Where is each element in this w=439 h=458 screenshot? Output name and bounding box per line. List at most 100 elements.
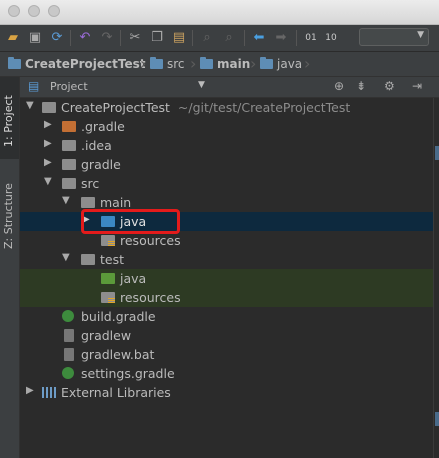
tree-item-src[interactable]: ▼ src	[20, 174, 433, 193]
run-config-select[interactable]: ▼	[359, 28, 429, 46]
expand-arrow-icon[interactable]: ▶	[44, 157, 52, 168]
tab-project[interactable]: 1: Project	[0, 77, 19, 159]
test-folder-icon	[101, 273, 115, 284]
target-icon[interactable]: ⊕	[334, 79, 344, 93]
resources-folder-icon	[101, 235, 115, 246]
annotation-highlight-box	[81, 209, 180, 234]
tree-item-gradle-dir[interactable]: ▶ .gradle	[20, 117, 433, 136]
tree-item-gradlew[interactable]: gradlew	[20, 326, 433, 345]
breadcrumb-item-src[interactable]: src	[150, 52, 185, 76]
tree-item-label: build.gradle	[81, 309, 156, 324]
chevron-right-icon: ›	[190, 54, 197, 73]
settings-icon[interactable]: ⚙	[384, 79, 395, 93]
tree-item-label: test	[100, 252, 125, 267]
binary-icon[interactable]: 10	[322, 29, 340, 47]
copy-icon[interactable]: ❐	[148, 29, 166, 47]
editor-edge-marker	[435, 146, 439, 160]
expand-arrow-icon[interactable]: ▼	[44, 176, 52, 187]
tree-item-label: resources	[120, 233, 181, 248]
undo-icon[interactable]: ↶	[76, 29, 94, 47]
toolbar-divider	[296, 30, 297, 46]
tree-item-label: settings.gradle	[81, 366, 175, 381]
expand-arrow-icon[interactable]: ▼	[62, 252, 70, 263]
expand-arrow-icon[interactable]: ▶	[26, 385, 34, 396]
expand-arrow-icon[interactable]: ▶	[44, 119, 52, 130]
folder-icon	[81, 254, 95, 265]
paste-icon[interactable]: ▤	[170, 29, 188, 47]
tree-item-test[interactable]: ▼ test	[20, 250, 433, 269]
save-icon[interactable]: ▣	[26, 29, 44, 47]
folder-icon	[260, 57, 273, 69]
tree-item-label: .idea	[81, 138, 112, 153]
tree-item-label: gradle	[81, 157, 121, 172]
replace-icon[interactable]: ⌕	[220, 29, 238, 47]
tree-item-test-java[interactable]: java	[20, 269, 433, 288]
test-resources-folder-icon	[101, 292, 115, 303]
tab-structure[interactable]: Z: Structure	[0, 167, 19, 257]
folder-icon	[42, 102, 56, 113]
tree-item-label: java	[120, 271, 147, 286]
project-panel-header: ▤ Project ▼ ⊕ ⇟ ⚙ ⇥	[20, 77, 439, 98]
chevron-down-icon[interactable]: ▼	[198, 80, 205, 90]
gradle-file-icon	[62, 310, 74, 322]
hide-icon[interactable]: ⇥	[412, 79, 422, 93]
expand-arrow-icon[interactable]: ▼	[26, 100, 34, 111]
minimize-window-button[interactable]	[28, 5, 40, 17]
build-icon[interactable]: 01	[302, 29, 320, 47]
tree-item-idea[interactable]: ▶ .idea	[20, 136, 433, 155]
expand-arrow-icon[interactable]: ▶	[44, 138, 52, 149]
tree-item-label: gradlew.bat	[81, 347, 155, 362]
folder-icon	[8, 57, 21, 69]
project-tree: ▼ CreateProjectTest ~/git/test/CreateProj…	[20, 98, 433, 438]
tree-item-gradle[interactable]: ▶ gradle	[20, 155, 433, 174]
tree-item-label: gradlew	[81, 328, 132, 343]
collapse-icon[interactable]: ⇟	[356, 79, 366, 93]
find-icon[interactable]: ⌕	[198, 29, 216, 47]
tree-item-build-gradle[interactable]: build.gradle	[20, 307, 433, 326]
tree-item-gradlew-bat[interactable]: gradlew.bat	[20, 345, 433, 364]
cut-icon[interactable]: ✂	[126, 29, 144, 47]
toolbar-divider	[120, 30, 121, 46]
tree-item-settings-gradle[interactable]: settings.gradle	[20, 364, 433, 383]
left-tool-strip: 1: Project Z: Structure	[0, 77, 20, 458]
breadcrumb: CreateProjectTest › src › main › java ›	[0, 52, 439, 77]
chevron-right-icon: ›	[140, 54, 147, 73]
tree-item-label: resources	[120, 290, 181, 305]
tree-item-label: main	[100, 195, 132, 210]
forward-icon[interactable]: ➡	[272, 29, 290, 47]
breadcrumb-item-project[interactable]: CreateProjectTest	[8, 52, 146, 76]
open-folder-icon[interactable]: ▰	[4, 29, 22, 47]
tree-item-main-resources[interactable]: resources	[20, 231, 433, 250]
zoom-window-button[interactable]	[48, 5, 60, 17]
folder-icon	[200, 57, 213, 69]
breadcrumb-item-main[interactable]: main	[200, 52, 250, 76]
tree-item-root[interactable]: ▼ CreateProjectTest ~/git/test/CreateProj…	[20, 98, 433, 117]
chevron-down-icon: ▼	[417, 30, 424, 40]
close-window-button[interactable]	[8, 5, 20, 17]
gradle-file-icon	[62, 367, 74, 379]
tab-structure-label: Z: Structure	[2, 183, 15, 249]
tree-item-label: External Libraries	[61, 385, 171, 400]
editor-edge-marker	[435, 412, 439, 426]
panel-title[interactable]: Project	[50, 80, 88, 93]
toolbar-divider	[192, 30, 193, 46]
file-icon	[64, 348, 74, 361]
main-toolbar: ▰ ▣ ⟳ ↶ ↷ ✂ ❐ ▤ ⌕ ⌕ ⬅ ➡ 01 10 ▼	[0, 25, 439, 52]
back-icon[interactable]: ⬅	[250, 29, 268, 47]
breadcrumb-label: src	[167, 57, 185, 71]
tree-item-label: src	[81, 176, 100, 191]
root-path: ~/git/test/CreateProjectTest	[177, 100, 351, 115]
sync-icon[interactable]: ⟳	[48, 29, 66, 47]
folder-icon	[62, 159, 76, 170]
breadcrumb-item-java[interactable]: java	[260, 52, 302, 76]
tree-item-test-resources[interactable]: resources	[20, 288, 433, 307]
redo-icon[interactable]: ↷	[98, 29, 116, 47]
expand-arrow-icon[interactable]: ▼	[62, 195, 70, 206]
tree-item-label: .gradle	[81, 119, 125, 134]
tab-project-label: 1: Project	[2, 95, 15, 147]
libraries-icon	[42, 387, 56, 398]
tree-item-external-libraries[interactable]: ▶ External Libraries	[20, 383, 433, 402]
folder-icon	[150, 57, 163, 69]
window-title-bar	[0, 0, 439, 25]
toolbar-divider	[70, 30, 71, 46]
